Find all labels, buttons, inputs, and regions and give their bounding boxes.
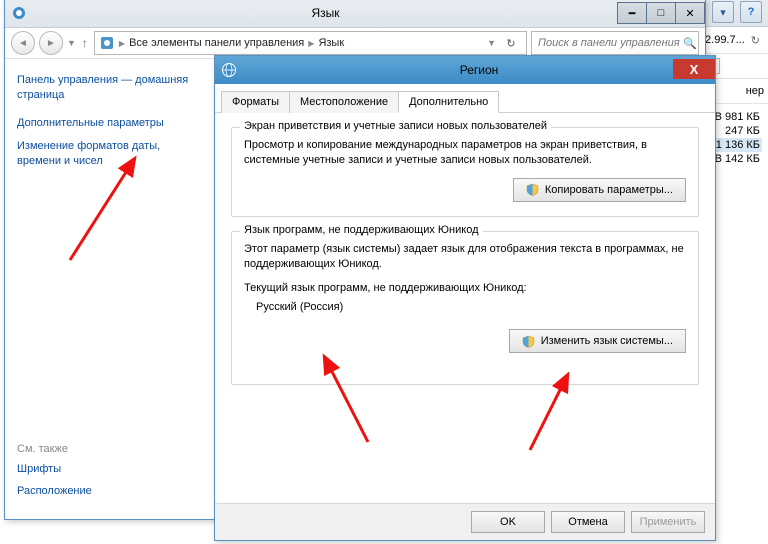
sidebar-link-fonts[interactable]: Шрифты [17, 463, 92, 475]
chevron-right-icon: ▶ [119, 39, 125, 48]
close-button[interactable]: ✕ [675, 2, 705, 24]
see-also-label: См. также [17, 443, 92, 455]
search-input[interactable] [536, 36, 683, 50]
shield-icon [526, 183, 539, 196]
refresh-icon[interactable]: ↻ [500, 32, 522, 54]
change-system-locale-button[interactable]: Изменить язык системы... [509, 329, 686, 353]
crumb-1[interactable]: Все элементы панели управления [129, 37, 304, 49]
crumb-2[interactable]: Язык [318, 37, 344, 49]
shield-icon [522, 335, 535, 348]
group-text: Этот параметр (язык системы) задает язык… [244, 242, 686, 272]
non-unicode-group: Язык программ, не поддерживающих Юникод … [231, 231, 699, 385]
group-text: Просмотр и копирование международных пар… [244, 138, 686, 168]
button-label: Копировать параметры... [545, 184, 673, 196]
control-panel-icon [99, 35, 115, 51]
group-label: Экран приветствия и учетные записи новых… [240, 120, 551, 132]
copy-settings-button[interactable]: Копировать параметры... [513, 178, 686, 202]
sidebar-link-additional[interactable]: Дополнительные параметры [17, 117, 202, 129]
dialog-title: Регион [243, 63, 715, 77]
chevron-right-icon: ▶ [308, 39, 314, 48]
globe-icon [221, 62, 237, 78]
help-icon[interactable]: ? [740, 1, 762, 23]
tab-formats[interactable]: Форматы [221, 91, 290, 113]
button-label: Изменить язык системы... [541, 335, 673, 347]
dialog-titlebar: Регион X [215, 56, 715, 84]
group-label: Язык программ, не поддерживающих Юникод [240, 224, 483, 236]
explorer-down-icon[interactable]: ▾ [712, 1, 734, 23]
sidebar-link-location[interactable]: Расположение [17, 485, 92, 497]
current-language-label: Текущий язык программ, не поддерживающих… [244, 281, 686, 296]
dialog-button-row: OK Отмена Применить [215, 503, 715, 540]
up-button[interactable]: ↑ [82, 36, 88, 50]
sidebar-link-formats[interactable]: Изменение форматов даты, времени и чисел [17, 139, 202, 169]
chevron-down-icon[interactable]: ▼ [487, 38, 496, 48]
tab-advanced[interactable]: Дополнительно [398, 91, 499, 113]
minimize-button[interactable]: ━ [617, 2, 647, 24]
breadcrumb[interactable]: ▶ Все элементы панели управления ▶ Язык … [94, 31, 527, 55]
app-icon [11, 5, 27, 21]
maximize-button[interactable]: □ [646, 2, 676, 24]
search-icon[interactable]: 🔍 [683, 37, 697, 50]
refresh-icon[interactable]: ↻ [751, 34, 760, 47]
cancel-button[interactable]: Отмена [551, 511, 625, 533]
apply-button[interactable]: Применить [631, 511, 705, 533]
sidebar: Панель управления — домашняя страница До… [5, 59, 214, 519]
region-dialog: Регион X Форматы Местоположение Дополнит… [214, 55, 716, 541]
tab-bar: Форматы Местоположение Дополнительно [215, 84, 715, 113]
current-language-value: Русский (Россия) [256, 300, 686, 315]
welcome-screen-group: Экран приветствия и учетные записи новых… [231, 127, 699, 217]
forward-button[interactable]: ► [39, 31, 63, 55]
control-panel-home-link[interactable]: Панель управления — домашняя страница [17, 73, 202, 103]
history-dropdown-icon[interactable]: ▼ [67, 38, 76, 48]
back-button[interactable]: ◄ [11, 31, 35, 55]
tab-location[interactable]: Местоположение [289, 91, 399, 113]
window-controls: ━ □ ✕ [618, 2, 705, 24]
dialog-close-button[interactable]: X [673, 59, 715, 79]
titlebar: Язык ━ □ ✕ [5, 0, 705, 28]
window-title: Язык [33, 6, 618, 20]
ok-button[interactable]: OK [471, 511, 545, 533]
search-box[interactable]: 🔍 [531, 31, 699, 55]
